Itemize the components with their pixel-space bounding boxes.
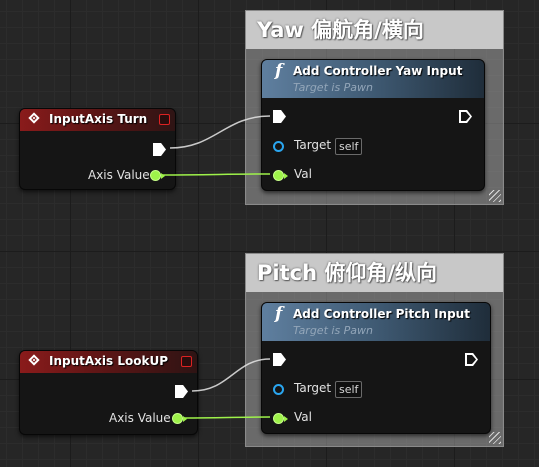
exec-output-pin[interactable] xyxy=(459,110,472,123)
add-controller-pitch-input-node[interactable]: f Add Controller Pitch Input Target is P… xyxy=(261,302,491,434)
target-input-pin[interactable] xyxy=(273,384,284,395)
event-diamond-icon xyxy=(28,354,40,366)
comment-resize-grip-yaw[interactable] xyxy=(489,190,501,202)
axis-value-output-pin[interactable] xyxy=(150,170,165,181)
axis-value-output-pin[interactable] xyxy=(172,413,187,424)
exec-output-pin[interactable] xyxy=(175,385,188,398)
event-diamond-icon xyxy=(28,112,40,124)
target-label: Target xyxy=(294,381,332,395)
node-subtitle: Target is Pawn xyxy=(293,324,374,337)
node-header: f Add Controller Yaw Input Target is Paw… xyxy=(262,60,484,98)
axis-value-label: Axis Value xyxy=(109,411,171,425)
exec-output-pin[interactable] xyxy=(153,143,166,156)
target-self-field[interactable]: self xyxy=(335,138,363,155)
input-axis-lookup-node[interactable]: InputAxis LookUP Axis Value xyxy=(19,350,198,435)
axis-value-label: Axis Value xyxy=(88,168,150,182)
target-label: Target xyxy=(294,138,332,152)
exec-output-pin[interactable] xyxy=(465,353,478,366)
node-subtitle: Target is Pawn xyxy=(293,81,374,94)
delegate-pin[interactable] xyxy=(159,114,170,125)
comment-title-yaw[interactable]: Yaw 偏航角/横向 xyxy=(246,11,503,49)
node-title: Add Controller Pitch Input xyxy=(293,307,470,321)
val-input-pin[interactable] xyxy=(273,413,288,424)
val-label: Val xyxy=(294,410,312,424)
node-header: InputAxis LookUP xyxy=(20,351,197,373)
node-header: InputAxis Turn xyxy=(20,109,175,131)
delegate-pin[interactable] xyxy=(181,356,192,367)
val-input-pin[interactable] xyxy=(273,170,288,181)
target-self-field[interactable]: self xyxy=(335,381,363,398)
comment-resize-grip-pitch[interactable] xyxy=(489,432,501,444)
node-title: InputAxis Turn xyxy=(49,112,148,126)
node-title: Add Controller Yaw Input xyxy=(293,64,463,78)
val-label: Val xyxy=(294,167,312,181)
node-title: InputAxis LookUP xyxy=(49,354,168,368)
exec-input-pin[interactable] xyxy=(273,353,286,366)
function-icon: f xyxy=(275,61,283,81)
exec-input-pin[interactable] xyxy=(273,110,286,123)
function-icon: f xyxy=(275,304,283,324)
comment-title-pitch[interactable]: Pitch 俯仰角/纵向 xyxy=(246,254,503,292)
input-axis-turn-node[interactable]: InputAxis Turn Axis Value xyxy=(19,108,176,190)
add-controller-yaw-input-node[interactable]: f Add Controller Yaw Input Target is Paw… xyxy=(261,59,485,191)
node-header: f Add Controller Pitch Input Target is P… xyxy=(262,303,490,341)
target-input-pin[interactable] xyxy=(273,141,284,152)
